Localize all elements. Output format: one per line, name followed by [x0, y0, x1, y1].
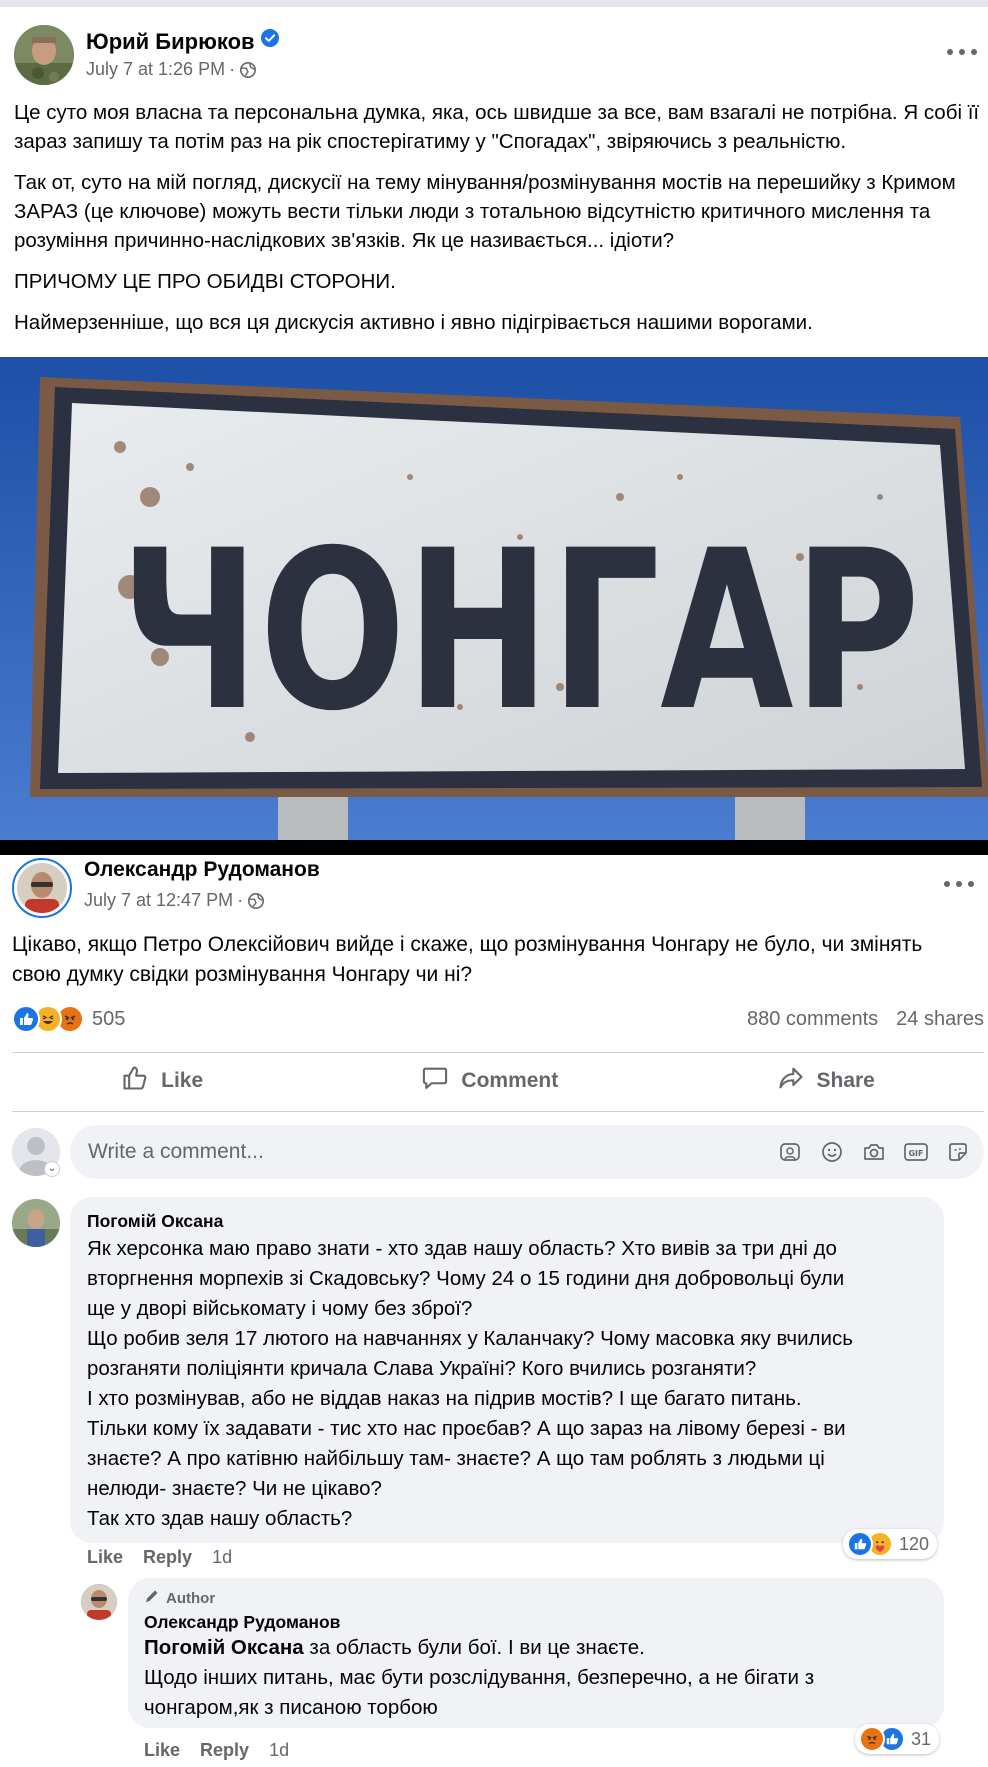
post-timestamp[interactable]: July 7 at 12:47 PM — [84, 890, 233, 911]
post-text: Цікаво, якщо Петро Олексійович вийде і с… — [12, 933, 923, 986]
sticker-icon[interactable] — [944, 1138, 972, 1166]
comment-bubble-icon — [421, 1064, 449, 1098]
shared-post-meta: July 7 at 1:26 PM · — [86, 59, 257, 80]
comment-line: Що робив зеля 17 лютого на навчаннях у К… — [87, 1327, 853, 1350]
post-image-road-sign[interactable]: ЧОНГАР — [0, 357, 988, 840]
sign-letters: ЧОНГАР — [120, 503, 920, 759]
comment-reply-button[interactable]: Reply — [143, 1547, 192, 1568]
share-button[interactable]: Share — [757, 1058, 895, 1104]
comment-text: Як херсонка маю право знати - хто здав н… — [87, 1234, 926, 1534]
like-button[interactable]: Like — [101, 1058, 223, 1104]
share-button-label: Share — [816, 1069, 875, 1092]
reply-author-avatar[interactable] — [81, 1584, 117, 1620]
comment-age[interactable]: 1d — [212, 1547, 232, 1568]
shared-post-text: Це суто моя власна та персональна думка,… — [14, 98, 984, 349]
comment-reaction-summary[interactable]: 120 — [843, 1529, 938, 1559]
comment-line: Тільки кому їх задавати - тис хто нас пр… — [87, 1417, 846, 1440]
comment-composer: ⌄ Write a comment... GIF — [12, 1125, 984, 1179]
divider — [12, 1111, 984, 1112]
comment-bubble: Погомій Оксана Як херсонка маю право зна… — [70, 1197, 944, 1543]
reply-reaction-summary[interactable]: 31 — [855, 1724, 940, 1754]
comment-line: ще у дворі військомату і чому без зброї? — [87, 1297, 473, 1320]
reply-first-line-rest: за область були бої. І ви це знаєте. — [303, 1636, 645, 1659]
comment-like-button[interactable]: Like — [87, 1547, 123, 1568]
reply-line: Щодо інших питань, має бути розслідуванн… — [144, 1666, 815, 1689]
mention-link[interactable]: Погомій Оксана — [144, 1636, 304, 1659]
meta-separator: · — [237, 890, 244, 910]
author-badge: Author — [144, 1588, 928, 1608]
shared-post-more-options-icon[interactable] — [947, 46, 977, 58]
reply-author-name[interactable]: Олександр Рудоманов — [144, 1612, 928, 1633]
shared-post-timestamp[interactable]: July 7 at 1:26 PM — [86, 59, 225, 80]
globe-icon[interactable] — [247, 892, 265, 910]
post-header: Олександр Рудоманов July 7 at 12:47 PM · — [12, 858, 980, 918]
reply-line: чонгаром,як з писаною торбою — [144, 1696, 438, 1719]
shared-author-avatar[interactable] — [14, 25, 74, 85]
meta-separator: · — [229, 59, 236, 79]
comment-line: розганяти поліціянти кричала Слава Украї… — [87, 1357, 757, 1380]
comment-button[interactable]: Comment — [401, 1058, 578, 1104]
reply-reply-button[interactable]: Reply — [200, 1740, 249, 1761]
comment-reaction-count: 120 — [899, 1533, 930, 1554]
post-meta: July 7 at 12:47 PM · — [84, 890, 265, 911]
top-separator — [0, 0, 988, 7]
verified-badge-icon — [260, 27, 279, 47]
comments-count-link[interactable]: 880 comments — [747, 1008, 878, 1031]
reply-text: Погомій Оксана за область були бої. І ви… — [144, 1633, 928, 1723]
comment-button-label: Comment — [461, 1069, 559, 1092]
reaction-summary[interactable]: 505 — [12, 1005, 125, 1033]
post-more-options-icon[interactable] — [944, 878, 974, 890]
commenter-avatar[interactable] — [12, 1199, 60, 1247]
reply-like-button[interactable]: Like — [144, 1740, 180, 1761]
globe-icon[interactable] — [239, 61, 257, 79]
comment-actions: Like Reply 1d — [87, 1547, 232, 1568]
comment-line: вторгнення морпехів зі Скадовську? Чому … — [87, 1267, 845, 1290]
comment-line: І хто розмінував, або не віддав наказ на… — [87, 1387, 802, 1410]
post-stats: 505 880 comments 24 shares — [12, 1002, 984, 1036]
author-badge-label: Author — [166, 1589, 216, 1607]
camera-icon[interactable] — [860, 1138, 888, 1166]
shared-post-header: Юрий Бирюков July 7 at 1:26 PM · — [14, 25, 974, 85]
shared-author-name[interactable]: Юрий Бирюков — [86, 27, 279, 55]
reply-reaction-count: 31 — [911, 1728, 932, 1749]
comment-input-placeholder[interactable]: Write a comment... — [88, 1140, 776, 1164]
reply-age[interactable]: 1d — [269, 1740, 289, 1761]
image-bottom-bar — [0, 840, 988, 855]
shares-count-link[interactable]: 24 shares — [896, 1008, 984, 1031]
thumbs-up-icon — [121, 1064, 149, 1098]
pencil-icon — [144, 1588, 160, 1608]
post-author-name[interactable]: Олександр Рудоманов — [84, 858, 320, 882]
shared-paragraph: Це суто моя власна та персональна думка,… — [14, 101, 980, 153]
post-author-avatar[interactable] — [12, 858, 72, 918]
like-reaction-icon — [12, 1005, 40, 1033]
share-arrow-icon — [777, 1064, 805, 1098]
chevron-down-icon[interactable]: ⌄ — [44, 1161, 60, 1177]
comment-author-name[interactable]: Погомій Оксана — [87, 1211, 926, 1232]
shared-paragraph: ПРИЧОМУ ЦЕ ПРО ОБИДВІ СТОРОНИ. — [14, 270, 396, 293]
reply-actions: Like Reply 1d — [144, 1740, 289, 1761]
comment-line: нелюди- знаєте? Чи не цікаво? — [87, 1477, 382, 1500]
comment-line: Як херсонка маю право знати - хто здав н… — [87, 1237, 837, 1260]
svg-text:GIF: GIF — [908, 1149, 923, 1158]
emoji-icon[interactable] — [818, 1138, 846, 1166]
gif-icon[interactable]: GIF — [902, 1138, 930, 1166]
reaction-count[interactable]: 505 — [92, 1008, 125, 1031]
reply-first-line: Погомій Оксана за область були бої. І ви… — [144, 1633, 928, 1663]
like-button-label: Like — [161, 1069, 204, 1092]
reply-bubble: Author Олександр Рудоманов Погомій Оксан… — [128, 1578, 944, 1728]
comment-line: Так хто здав нашу область? — [87, 1507, 353, 1530]
comment-line: знаєте? А про катівню найбільшу там- зна… — [87, 1447, 825, 1470]
post-action-bar: Like Comment Share — [12, 1053, 984, 1109]
shared-paragraph: Наймерзенніше, що вся ця дискусія активн… — [14, 311, 813, 334]
angry-reaction-icon — [859, 1726, 885, 1752]
comment-input[interactable]: Write a comment... GIF — [70, 1125, 984, 1179]
like-reaction-icon — [847, 1531, 873, 1557]
shared-author-name-text[interactable]: Юрий Бирюков — [86, 29, 255, 54]
shared-paragraph: Так от, суто на мій погляд, дискусії на … — [14, 171, 956, 252]
avatar-sticker-icon[interactable] — [776, 1138, 804, 1166]
